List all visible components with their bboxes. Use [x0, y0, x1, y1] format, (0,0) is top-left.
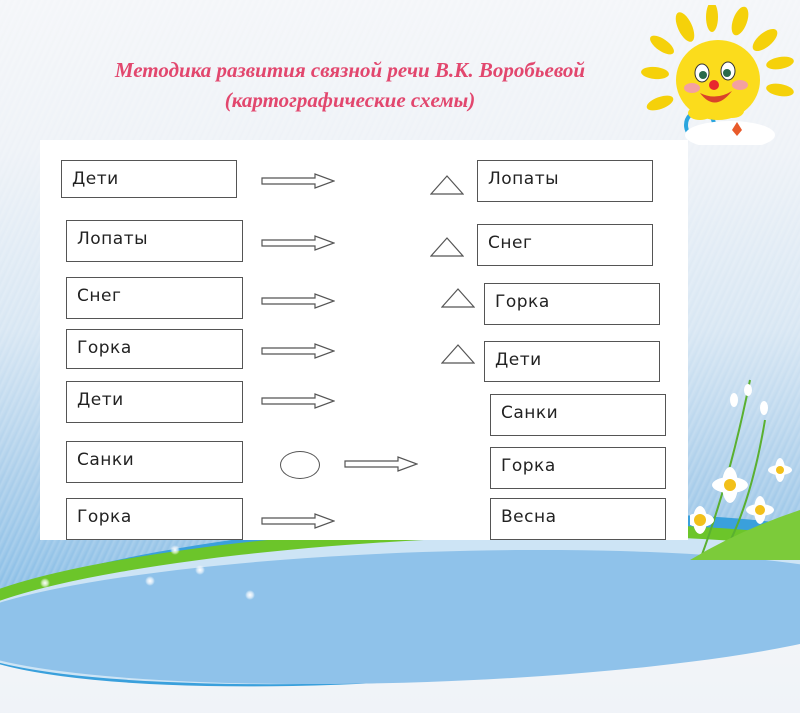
- arrow-icon: [261, 513, 335, 529]
- sparkle-icon: [245, 590, 255, 600]
- arrow-icon: [261, 343, 335, 359]
- left-word-box: Дети: [61, 160, 237, 198]
- arrow-icon: [344, 456, 418, 472]
- circle-icon: [280, 451, 320, 479]
- left-word-box: Дети: [66, 381, 243, 423]
- sparkle-icon: [40, 578, 50, 588]
- left-word-box: Горка: [66, 498, 243, 540]
- right-word-box: Лопаты: [477, 160, 653, 202]
- left-word-box: Горка: [66, 329, 243, 369]
- title-line-2: (картографические схемы): [224, 88, 476, 112]
- sun-character-icon: [641, 5, 794, 145]
- sparkle-icon: [195, 565, 205, 575]
- title-line-1: Методика развития связной речи В.К. Воро…: [114, 58, 586, 82]
- left-word-box: Санки: [66, 441, 243, 483]
- arrow-icon: [261, 393, 335, 409]
- triangle-icon: [430, 237, 464, 257]
- right-word-box: Дети: [484, 341, 660, 382]
- daisy-flowers-icon: [690, 379, 800, 560]
- slide-title: Методика развития связной речи В.К. Воро…: [40, 55, 660, 115]
- right-word-box: Горка: [484, 283, 660, 325]
- right-word-box: Санки: [490, 394, 666, 436]
- left-word-box: Снег: [66, 277, 243, 319]
- sparkle-icon: [170, 545, 180, 555]
- triangle-icon: [430, 175, 464, 195]
- arrow-icon: [261, 235, 335, 251]
- triangle-icon: [441, 288, 475, 308]
- arrow-icon: [261, 293, 335, 309]
- sparkle-icon: [145, 576, 155, 586]
- arrow-icon: [261, 173, 335, 189]
- right-word-box: Снег: [477, 224, 653, 266]
- left-word-box: Лопаты: [66, 220, 243, 262]
- right-word-box: Весна: [490, 498, 666, 540]
- triangle-icon: [441, 344, 475, 364]
- right-word-box: Горка: [490, 447, 666, 489]
